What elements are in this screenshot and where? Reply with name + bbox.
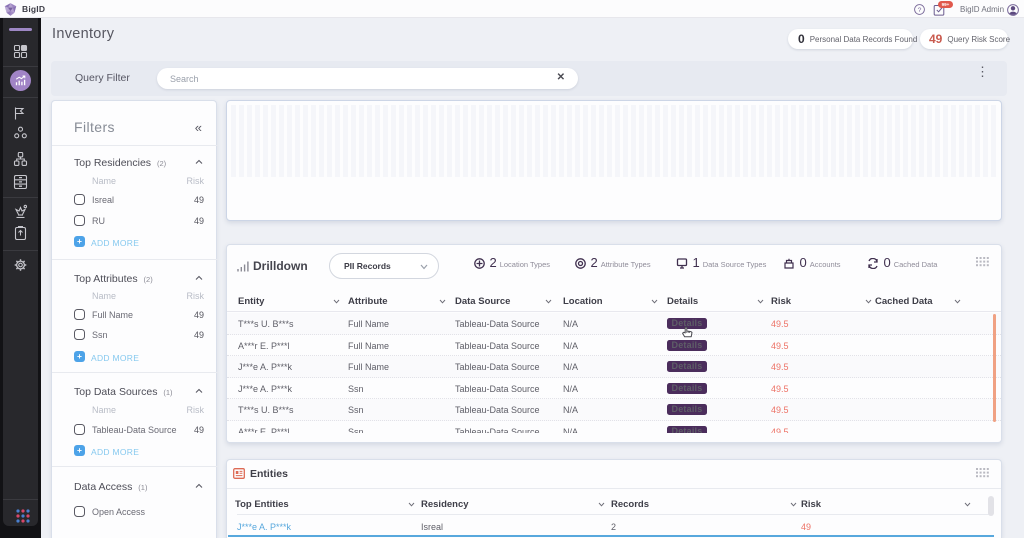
svg-text:?: ? (918, 7, 922, 14)
